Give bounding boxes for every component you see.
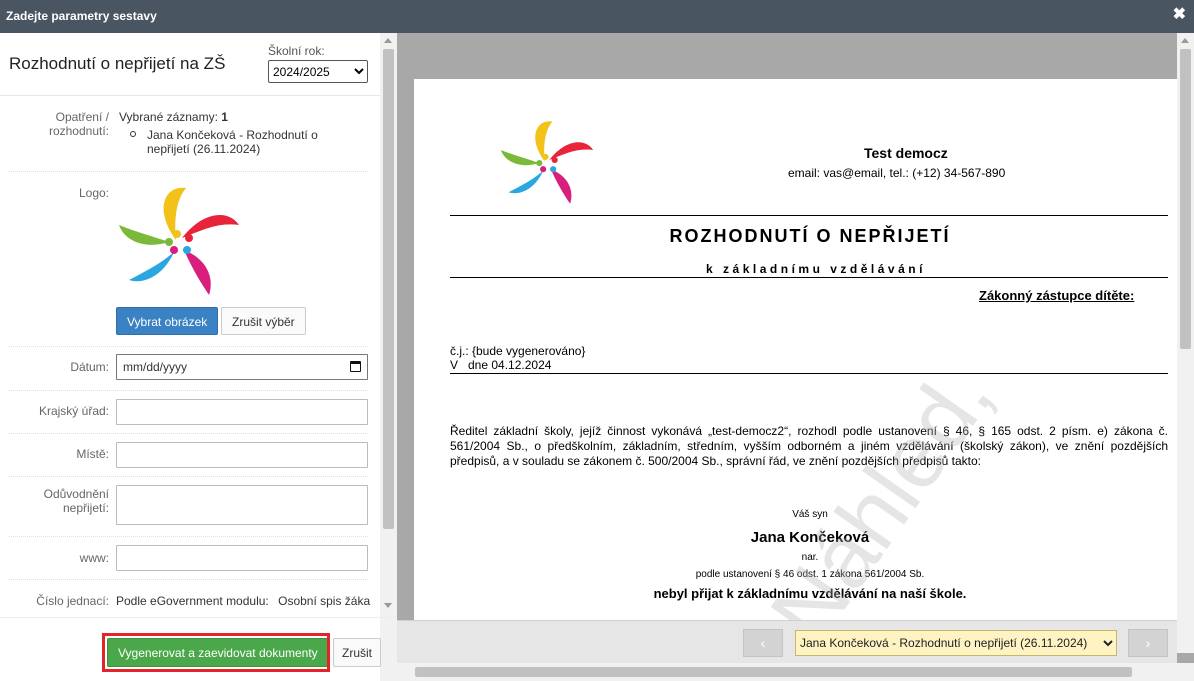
preview-hscrollbar-thumb[interactable]	[415, 667, 1132, 677]
place-date: V dne 04.12.2024	[450, 358, 552, 372]
bullet-icon	[130, 131, 136, 137]
cancel-choice-button[interactable]: Zrušit výběr	[221, 307, 306, 335]
scroll-up-icon[interactable]	[1181, 38, 1189, 43]
parameters-panel: Rozhodnutí o nepřijetí na ZŠ Školní rok:…	[0, 33, 397, 681]
cancel-button[interactable]: Zrušit	[333, 638, 381, 667]
place-input[interactable]	[116, 442, 368, 468]
calendar-icon[interactable]	[350, 361, 361, 372]
org-contact: email: vas@email, tel.: (+12) 34-567-890	[788, 166, 1006, 180]
scroll-down-icon[interactable]	[384, 603, 392, 608]
logo-label: Logo:	[78, 186, 109, 200]
parameters-form: Opatření / rozhodnutí: Vybrané záznamy: …	[0, 97, 380, 617]
reference-number-row: Číslo jednací: Podle eGovernment modulu:…	[9, 580, 370, 617]
reference-number-source: Podle eGovernment modulu:	[116, 594, 269, 608]
date-row: Dátum: mm/dd/yyyy	[9, 347, 368, 391]
pinwheel-logo-icon	[500, 121, 594, 204]
selected-record-text: Jana Končeková - Rozhodnutí o nepřijetí …	[147, 128, 318, 156]
left-scrollbar[interactable]	[380, 33, 397, 681]
divider	[450, 215, 1168, 216]
reference-number-file: Osobní spis žáka	[278, 594, 371, 608]
www-label: www:	[79, 551, 109, 565]
document-preview: Test democz email: vas@email, tel.: (+12…	[397, 33, 1194, 681]
date-input[interactable]: mm/dd/yyyy	[116, 354, 368, 380]
school-year-label: Školní rok:	[268, 44, 325, 58]
pinwheel-logo-icon	[119, 187, 239, 295]
www-input[interactable]	[116, 545, 368, 571]
reference-number: č.j.: {bude vygenerováno}	[450, 344, 586, 358]
justification-textarea[interactable]	[116, 485, 368, 525]
regional-office-label: Krajský úřad:	[38, 404, 109, 418]
date-placeholder: mm/dd/yyyy	[123, 360, 188, 374]
next-document-button[interactable]: ›	[1128, 629, 1168, 657]
son-label: Váš syn	[792, 509, 828, 520]
divider	[450, 277, 1168, 278]
dialog-titlebar: Zadejte parametry sestavy ✖	[0, 0, 1194, 33]
selected-records-prefix: Vybrané záznamy:	[119, 110, 222, 124]
panel-header: Rozhodnutí o nepřijetí na ZŠ Školní rok:…	[0, 33, 380, 96]
regional-office-input[interactable]	[116, 399, 368, 425]
selected-records-count: 1	[221, 110, 228, 124]
school-year-select[interactable]: 2024/2025	[268, 60, 368, 83]
decision-body: Ředitel základní školy, jejíž činnost vy…	[450, 424, 1168, 468]
panel-footer: Vygenerovat a zaevidovat dokumenty Zruši…	[0, 617, 397, 681]
measure-label: Opatření / rozhodnutí:	[48, 110, 109, 138]
document-select[interactable]: Jana Končeková - Rozhodnutí o nepřijetí …	[795, 630, 1117, 656]
doc-subtitle: k základnímu vzdělávání	[706, 262, 926, 276]
reference-number-label: Číslo jednací:	[36, 594, 109, 608]
prev-document-button[interactable]: ‹	[743, 629, 783, 657]
highlight-frame	[102, 633, 330, 672]
selected-record-item: Jana Končeková - Rozhodnutí o nepřijetí …	[119, 128, 349, 156]
report-title: Rozhodnutí o nepřijetí na ZŠ	[9, 54, 226, 73]
guardian-heading: Zákonný zástupce dítěte:	[979, 288, 1135, 303]
measure-row: Opatření / rozhodnutí: Vybrané záznamy: …	[9, 97, 368, 172]
logo-row: Logo: Vybrat obrázek Zrušit výběr	[9, 172, 368, 347]
preview-navigation: ‹ Jana Končeková - Rozhodnutí o nepřijet…	[397, 620, 1177, 663]
doc-title: ROZHODNUTÍ O NEPŘIJETÍ	[669, 226, 951, 246]
justification-label: Odůvodnění nepřijetí:	[43, 487, 109, 515]
divider	[450, 373, 1168, 374]
selected-records: Vybrané záznamy: 1 Jana Končeková - Rozh…	[119, 110, 369, 156]
date-label: Dátum:	[70, 360, 109, 374]
justification-row: Odůvodnění nepřijetí:	[9, 477, 368, 537]
regional-office-row: Krajský úřad:	[9, 391, 368, 434]
place-label: Místě:	[76, 447, 109, 461]
left-scrollbar-thumb[interactable]	[383, 49, 394, 529]
preview-scrollbar-thumb[interactable]	[1180, 49, 1191, 349]
dialog-title: Zadejte parametry sestavy	[6, 9, 157, 23]
scroll-up-icon[interactable]	[384, 38, 392, 43]
www-row: www:	[9, 537, 368, 580]
preview-hscrollbar[interactable]	[397, 663, 1194, 681]
preview-scrollbar[interactable]	[1177, 33, 1194, 653]
reference-number-value: Podle eGovernment modulu: Osobní spis žá…	[116, 594, 370, 608]
org-name: Test democz	[864, 145, 948, 161]
close-icon[interactable]: ✖	[1173, 7, 1186, 23]
place-row: Místě:	[9, 434, 368, 477]
choose-image-button[interactable]: Vybrat obrázek	[116, 307, 219, 335]
